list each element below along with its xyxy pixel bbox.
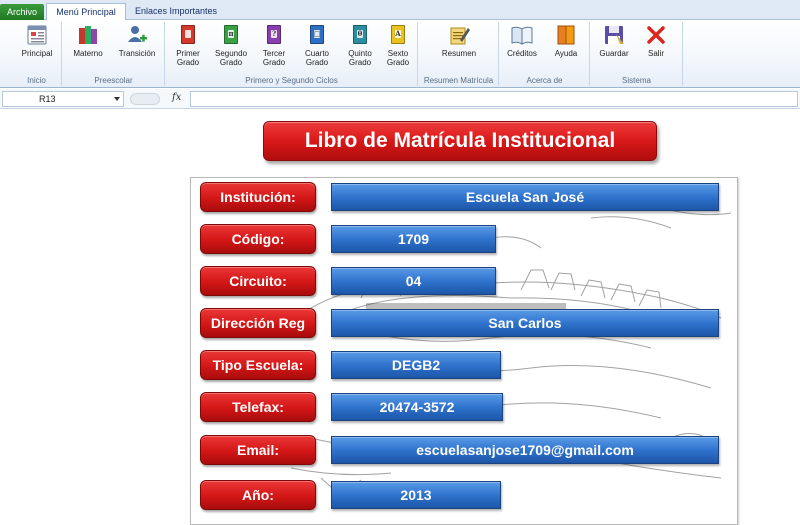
purple-book-icon: ?	[263, 24, 285, 46]
group-acerca: Créditos Ayuda Acerca de	[500, 22, 590, 86]
page-title[interactable]: Libro de Matrícula Institucional	[263, 121, 657, 161]
teal-book-icon: θ	[349, 24, 371, 46]
yellow-book-icon: A	[387, 24, 409, 46]
sexto-grado-button[interactable]: A Sexto Grado	[376, 24, 420, 74]
tab-menu-principal[interactable]: Menú Principal	[46, 3, 126, 21]
guardar-button[interactable]: Guardar	[592, 24, 636, 74]
group-label-resumen: Resumen Matrícula	[423, 76, 494, 85]
help-book-icon	[555, 24, 577, 46]
field-value: escuelasanjose1709@gmail.com	[331, 436, 719, 464]
field-value: 2013	[331, 481, 501, 509]
segundo-grado-label: Segundo Grado	[214, 49, 248, 67]
guardar-label: Guardar	[599, 49, 629, 58]
salir-button[interactable]: Salir	[634, 24, 678, 74]
group-sistema: Guardar Salir Sistema	[591, 22, 683, 86]
salir-label: Salir	[647, 49, 664, 58]
resumen-label: Resumen	[441, 49, 477, 58]
resumen-button[interactable]: Resumen	[437, 24, 481, 74]
green-book-icon: π	[220, 24, 242, 46]
group-label-sistema: Sistema	[622, 76, 651, 85]
ribbon-tabs: Archivo Menú Principal Enlaces Important…	[0, 0, 800, 21]
formula-input[interactable]	[190, 91, 798, 107]
books-stack-icon	[77, 24, 99, 46]
group-preescolar: Materno Transición Preescolar	[63, 22, 165, 86]
field-label-button[interactable]: Tipo Escuela:	[200, 350, 316, 380]
insert-function-icon[interactable]: fx	[172, 92, 181, 103]
notepad-pen-icon	[448, 24, 470, 46]
field-value: 04	[331, 267, 496, 295]
field-value: DEGB2	[331, 351, 501, 379]
segundo-grado-button[interactable]: π Segundo Grado	[209, 24, 253, 74]
ayuda-button[interactable]: Ayuda	[544, 24, 588, 74]
group-label-acerca: Acerca de	[526, 76, 563, 85]
group-label-preescolar: Preescolar	[94, 76, 133, 85]
creditos-button[interactable]: Créditos	[500, 24, 544, 74]
materno-button[interactable]: Materno	[66, 24, 110, 74]
field-value: Escuela San José	[331, 183, 719, 211]
principal-button[interactable]: Principal	[15, 24, 59, 74]
field-label-button[interactable]: Telefax:	[200, 392, 316, 422]
field-label-button[interactable]: Email:	[200, 435, 316, 465]
chevron-down-icon[interactable]	[114, 97, 120, 101]
cuarto-grado-label: Cuarto Grado	[304, 49, 329, 67]
field-label-button[interactable]: Institución:	[200, 182, 316, 212]
tercer-grado-label: Tercer Grado	[262, 49, 286, 67]
field-label-button[interactable]: Circuito:	[200, 266, 316, 296]
save-icon	[603, 24, 625, 46]
blue-book-icon: □	[306, 24, 328, 46]
open-book-icon	[511, 24, 533, 46]
user-add-icon	[126, 24, 148, 46]
primer-grado-button[interactable]: Primer Grado	[166, 24, 210, 74]
tercer-grado-button[interactable]: ? Tercer Grado	[252, 24, 296, 74]
sexto-grado-label: Sexto Grado	[386, 49, 410, 67]
primer-grado-label: Primer Grado	[176, 49, 200, 67]
ayuda-label: Ayuda	[554, 49, 578, 58]
field-label-button[interactable]: Código:	[200, 224, 316, 254]
close-icon	[645, 24, 667, 46]
field-value: San Carlos	[331, 309, 719, 337]
formula-splitter[interactable]	[130, 93, 160, 105]
creditos-label: Créditos	[507, 49, 537, 58]
principal-label: Principal	[21, 49, 53, 58]
tab-file[interactable]: Archivo	[0, 4, 44, 20]
group-label-ciclos: Primero y Segundo Ciclos	[245, 76, 338, 85]
tab-enlaces-importantes[interactable]: Enlaces Importantes	[130, 3, 222, 20]
form-window-icon	[26, 24, 48, 46]
group-resumen: Resumen Resumen Matrícula	[419, 22, 499, 86]
transicion-label: Transición	[118, 49, 156, 58]
cuarto-grado-button[interactable]: □ Cuarto Grado	[295, 24, 339, 74]
field-label-button[interactable]: Año:	[200, 480, 316, 510]
formula-bar: R13 fx	[0, 89, 800, 109]
field-value: 1709	[331, 225, 496, 253]
field-value: 20474-3572	[331, 393, 503, 421]
materno-label: Materno	[73, 49, 103, 58]
transicion-button[interactable]: Transición	[115, 24, 159, 74]
group-label-inicio: Inicio	[27, 76, 46, 85]
red-book-icon	[177, 24, 199, 46]
name-box[interactable]: R13	[2, 91, 124, 107]
field-label-button[interactable]: Dirección Reg	[200, 308, 316, 338]
ribbon: Principal Inicio Materno Transición Pree…	[0, 20, 800, 88]
group-inicio: Principal Inicio	[12, 22, 62, 86]
cell-reference: R13	[39, 94, 56, 104]
group-ciclos: Primer Grado π Segundo Grado ? Tercer Gr…	[166, 22, 418, 86]
